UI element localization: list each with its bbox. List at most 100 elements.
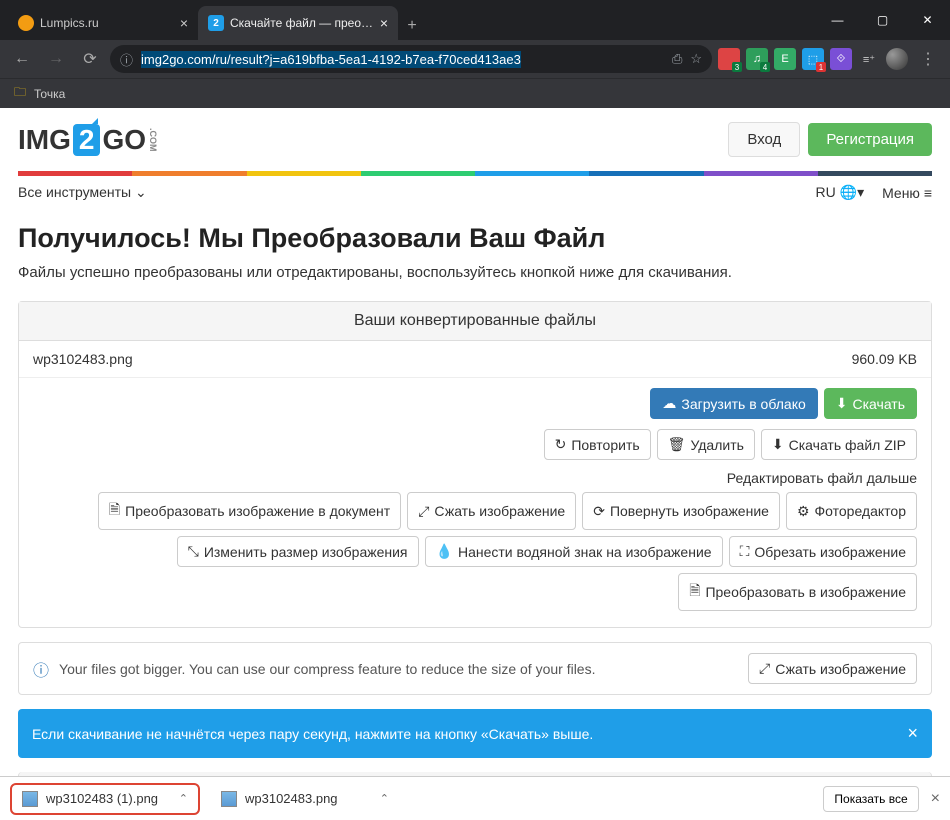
crop-icon: ⛶ [740, 543, 750, 560]
delete-button[interactable]: 🗑Удалить [657, 429, 755, 460]
tab-close-icon[interactable]: × [380, 15, 388, 31]
ext-ev-icon[interactable]: E [774, 48, 796, 70]
globe-icon: 🌐 [840, 184, 857, 200]
to-image-button[interactable]: 🗎Преобразовать в изображение [678, 573, 917, 611]
download-item-1[interactable]: wp3102483 (1).png ⌃ [10, 783, 200, 815]
upload-cloud-button[interactable]: ☁Загрузить в облако [650, 388, 817, 419]
new-tab-button[interactable]: + [398, 12, 426, 40]
window-controls: — ▢ ✕ [815, 0, 950, 40]
register-button[interactable]: Регистрация [808, 123, 932, 156]
tab-title: Скачайте файл — преобразов [230, 16, 374, 30]
bookmarks-bar: 🗀 Точка [0, 78, 950, 108]
page-title: Получилось! Мы Преобразовали Ваш Файл [18, 223, 932, 254]
reload-button[interactable]: ⟳ [76, 45, 104, 73]
all-tools-dropdown[interactable]: Все инструменты ⌄ [18, 184, 147, 201]
reload-icon: ↻ [555, 436, 567, 453]
bookmark-star-icon[interactable]: ☆ [690, 51, 702, 67]
download-filename: wp3102483 (1).png [46, 791, 158, 806]
to-document-button[interactable]: 🗎Преобразовать изображение в документ [98, 492, 401, 530]
tab-close-icon[interactable]: × [180, 15, 188, 31]
trash-icon: 🗑 [668, 436, 686, 453]
chevron-up-icon[interactable]: ⌃ [179, 792, 188, 805]
ext-green-icon[interactable]: ♫4 [746, 48, 768, 70]
download-button[interactable]: ⬇Скачать [824, 388, 917, 419]
ext-adblock-icon[interactable]: 3 [718, 48, 740, 70]
minimize-button[interactable]: — [815, 0, 860, 40]
folder-icon: 🗀 [14, 83, 26, 104]
file-name: wp3102483.png [33, 351, 133, 367]
photo-editor-button[interactable]: ⚙Фоторедактор [786, 492, 917, 530]
close-shelf-button[interactable]: × [931, 790, 940, 808]
bookmark-item[interactable]: Точка [34, 87, 65, 101]
menu-toggle[interactable]: Меню ≡ [882, 185, 932, 201]
url-input[interactable]: ⓘ img2go.com/ru/result?j=a619bfba-5ea1-4… [110, 45, 712, 73]
alert-text: Если скачивание не начнётся через пару с… [32, 726, 593, 742]
file-row: wp3102483.png 960.09 KB [19, 341, 931, 378]
info-compress-button[interactable]: ⤢Сжать изображение [748, 653, 917, 684]
droplet-icon: 💧 [436, 543, 453, 560]
download-filename: wp3102483.png [245, 791, 338, 806]
site-header: IMG 2 GO .COM Вход Регистрация [18, 108, 932, 171]
show-all-downloads-button[interactable]: Показать все [823, 786, 918, 812]
close-alert-button[interactable]: × [907, 723, 918, 744]
resize-icon: ⤡ [188, 543, 199, 560]
favicon-img2go: 2 [208, 15, 224, 31]
download-zip-button[interactable]: ⬇Скачать файл ZIP [761, 429, 917, 460]
url-text: img2go.com/ru/result?j=a619bfba-5ea1-419… [141, 51, 521, 68]
rotate-button[interactable]: ⟳Повернуть изображение [582, 492, 780, 530]
address-bar: ← → ⟳ ⓘ img2go.com/ru/result?j=a619bfba-… [0, 40, 950, 78]
browser-titlebar: Lumpics.ru × 2 Скачайте файл — преобразо… [0, 0, 950, 40]
gear-icon: ⚙ [797, 503, 810, 520]
chevron-down-icon: ⌄ [135, 184, 147, 200]
card-header: Ваши конвертированные файлы [19, 302, 931, 341]
info-text: Your files got bigger. You can use our c… [59, 661, 595, 677]
rainbow-divider [18, 171, 932, 176]
retry-button[interactable]: ↻Повторить [544, 429, 651, 460]
language-selector[interactable]: RU 🌐▾ [816, 184, 865, 201]
login-button[interactable]: Вход [728, 122, 800, 157]
file-icon [221, 791, 237, 807]
download-item-2[interactable]: wp3102483.png ⌃ [210, 786, 400, 812]
cloud-icon: ☁ [662, 395, 676, 412]
site-logo[interactable]: IMG 2 GO .COM [18, 124, 158, 156]
tab-lumpics[interactable]: Lumpics.ru × [8, 6, 198, 40]
image-icon: 🗎 [689, 580, 700, 604]
favicon-lumpics [18, 15, 34, 31]
crop-button[interactable]: ⛶Обрезать изображение [729, 536, 917, 567]
profile-avatar[interactable] [886, 48, 908, 70]
converted-files-card: Ваши конвертированные файлы wp3102483.pn… [18, 301, 932, 628]
document-icon: 🗎 [109, 499, 120, 523]
download-icon: ⬇ [772, 436, 784, 453]
page-subtitle: Файлы успешно преобразованы или отредакт… [18, 262, 932, 283]
info-icon: ⓘ [33, 657, 49, 681]
chevron-down-icon: ▾ [857, 184, 864, 200]
site-info-icon[interactable]: ⓘ [120, 50, 133, 69]
download-alert: Если скачивание не начнётся через пару с… [18, 709, 932, 758]
compress-icon: ⤢ [418, 503, 429, 520]
back-button[interactable]: ← [8, 45, 36, 73]
download-shelf: wp3102483 (1).png ⌃ wp3102483.png ⌃ Пока… [0, 776, 950, 820]
tab-title: Lumpics.ru [40, 16, 174, 30]
compress-icon: ⤢ [759, 660, 770, 677]
ext-purple-icon[interactable]: ⟐ [830, 48, 852, 70]
edit-further-label: Редактировать файл дальше [33, 470, 917, 486]
sub-navigation: Все инструменты ⌄ RU 🌐▾ Меню ≡ [18, 176, 932, 209]
compress-button[interactable]: ⤢Сжать изображение [407, 492, 576, 530]
file-size: 960.09 KB [852, 351, 917, 367]
forward-button[interactable]: → [42, 45, 70, 73]
resize-button[interactable]: ⤡Изменить размер изображения [177, 536, 419, 567]
page-content: IMG 2 GO .COM Вход Регистрация Все инстр… [0, 108, 950, 776]
rotate-icon: ⟳ [593, 503, 605, 520]
translate-icon[interactable]: ⎙ [672, 51, 682, 67]
chevron-up-icon[interactable]: ⌃ [380, 792, 389, 805]
menu-icon[interactable]: ⋮ [914, 45, 942, 73]
watermark-button[interactable]: 💧Нанести водяной знак на изображение [425, 536, 723, 567]
reading-list-icon[interactable]: ≡⁺ [858, 48, 880, 70]
maximize-button[interactable]: ▢ [860, 0, 905, 40]
file-icon [22, 791, 38, 807]
ext-blue-icon[interactable]: ⬚1 [802, 48, 824, 70]
tab-img2go[interactable]: 2 Скачайте файл — преобразов × [198, 6, 398, 40]
close-window-button[interactable]: ✕ [905, 0, 950, 40]
download-icon: ⬇ [836, 395, 848, 412]
info-box: ⓘ Your files got bigger. You can use our… [18, 642, 932, 695]
